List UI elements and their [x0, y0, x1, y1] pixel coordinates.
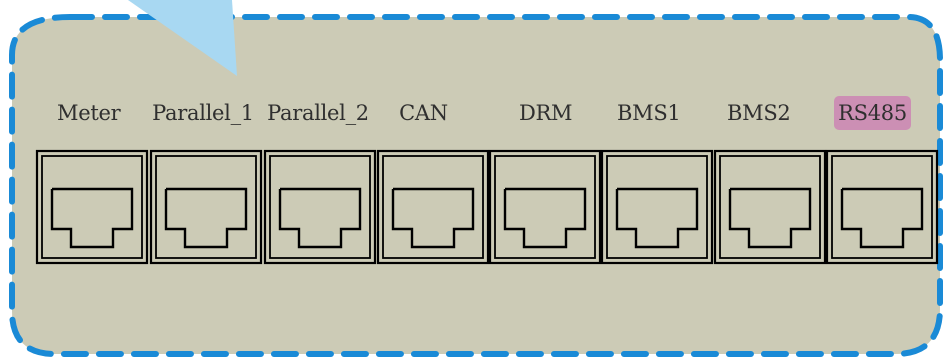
port-panel-diagram: Meter Parallel_1 Parallel_2 CAN DRM BMS1 BMS2 R… [0, 0, 949, 359]
port-label-bms2: BMS2 [727, 101, 791, 125]
port-label-parallel-1: Parallel_1 [152, 101, 254, 125]
port-label-can: CAN [399, 101, 448, 125]
port-label-parallel-2: Parallel_2 [267, 101, 369, 125]
port-label-meter: Meter [57, 101, 121, 125]
port-label-bms1: BMS1 [617, 101, 681, 125]
port-label-rs485: RS485 [834, 96, 911, 130]
panel-graphic [9, 0, 943, 357]
port-label-drm: DRM [519, 101, 573, 125]
